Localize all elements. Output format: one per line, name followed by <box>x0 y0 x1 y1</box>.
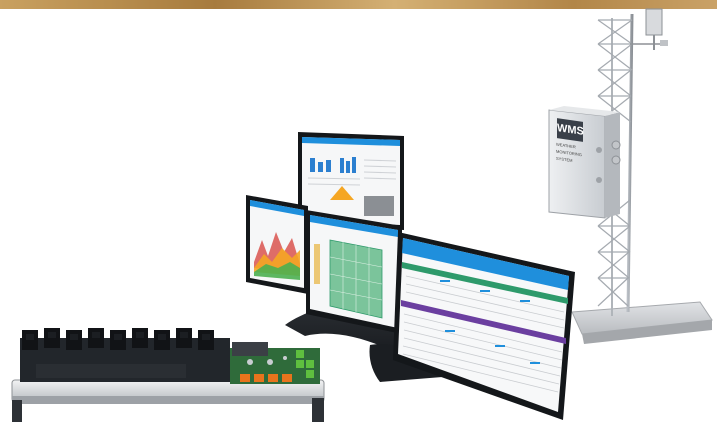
monitor-left <box>246 195 308 294</box>
monitor-right <box>393 232 575 420</box>
circuit-board-device <box>11 328 325 422</box>
cabinet-label: WMS <box>557 118 584 142</box>
monitor-middle <box>306 210 402 334</box>
sensor-box <box>645 8 663 36</box>
product-scene <box>11 8 713 422</box>
weather-tower <box>548 8 713 344</box>
